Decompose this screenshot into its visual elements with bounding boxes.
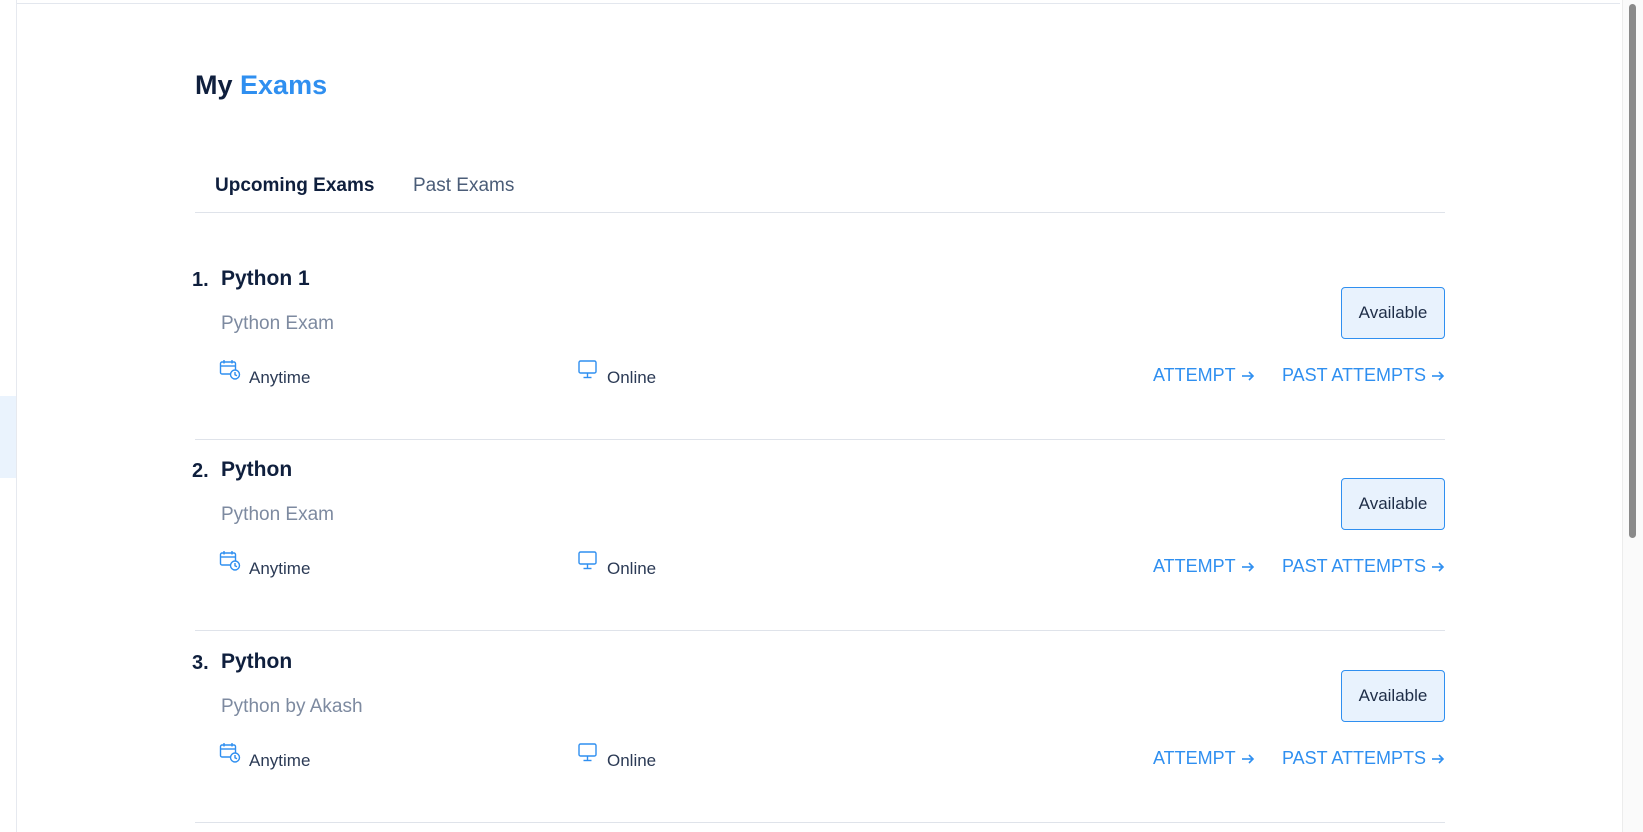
exam-number: 3. (192, 652, 209, 674)
exam-description: Python by Akash (221, 696, 363, 717)
exam-description: Python Exam (221, 313, 334, 334)
monitor-icon (578, 743, 597, 762)
arrow-right-icon (1432, 370, 1445, 381)
exam-schedule-label: Anytime (249, 559, 311, 578)
status-badge[interactable]: Available (1341, 670, 1445, 722)
calendar-clock-icon (219, 551, 241, 571)
exam-title: Python (221, 458, 293, 481)
sidebar-active-indicator[interactable] (0, 396, 16, 478)
arrow-right-icon (1432, 753, 1445, 764)
exam-mode: Online (577, 550, 656, 579)
status-badge[interactable]: Available (1341, 287, 1445, 339)
arrow-right-icon (1241, 370, 1254, 381)
attempt-link-label: ATTEMPT (1153, 748, 1236, 768)
arrow-right-icon (1241, 753, 1254, 764)
monitor-icon (578, 551, 597, 570)
exam-schedule-label: Anytime (249, 368, 311, 387)
past-attempts-link[interactable]: PAST ATTEMPTS (1282, 748, 1445, 769)
page: My Exams Upcoming Exams Past Exams 1. Py… (0, 0, 1643, 832)
arrow-right-icon (1432, 561, 1445, 572)
vertical-scrollbar[interactable] (1622, 0, 1643, 832)
page-title-accent: Exams (240, 70, 328, 100)
exam-mode-label: Online (607, 559, 657, 578)
attempt-link[interactable]: ATTEMPT (1153, 556, 1255, 577)
past-attempts-link[interactable]: PAST ATTEMPTS (1282, 365, 1445, 386)
exam-number: 1. (192, 269, 209, 291)
exam-schedule: Anytime (219, 742, 310, 771)
page-title: My Exams (195, 70, 327, 101)
top-border (0, 0, 1620, 4)
scrollbar-thumb[interactable] (1629, 4, 1636, 538)
past-attempts-link-label: PAST ATTEMPTS (1281, 748, 1426, 768)
exam-item: 1. Python 1 Python Exam Available Anytim… (192, 247, 1445, 440)
arrow-right-icon (1241, 561, 1254, 572)
tab-past-exams[interactable]: Past Exams (413, 175, 514, 197)
tab-upcoming-exams[interactable]: Upcoming Exams (215, 175, 374, 197)
exam-schedule: Anytime (219, 550, 310, 579)
attempt-link-label: ATTEMPT (1153, 365, 1236, 385)
exam-schedule-label: Anytime (249, 751, 311, 770)
past-attempts-link-label: PAST ATTEMPTS (1281, 556, 1426, 576)
page-title-plain: My (195, 70, 233, 100)
attempt-link-label: ATTEMPT (1153, 556, 1236, 576)
exam-title: Python (221, 650, 293, 673)
calendar-clock-icon (219, 743, 241, 763)
exam-mode: Online (577, 742, 656, 771)
attempt-link[interactable]: ATTEMPT (1153, 748, 1255, 769)
status-badge[interactable]: Available (1341, 478, 1445, 530)
exam-schedule: Anytime (219, 359, 310, 388)
exam-title: Python 1 (221, 267, 310, 290)
past-attempts-link-label: PAST ATTEMPTS (1281, 365, 1426, 385)
exam-item: 3. Python Python by Akash Available Anyt… (192, 630, 1445, 823)
exam-number: 2. (192, 460, 209, 482)
exam-mode-label: Online (607, 368, 657, 387)
calendar-clock-icon (219, 360, 241, 380)
exam-mode: Online (577, 359, 656, 388)
attempt-link[interactable]: ATTEMPT (1153, 365, 1255, 386)
exam-description: Python Exam (221, 504, 334, 525)
exam-mode-label: Online (607, 751, 657, 770)
past-attempts-link[interactable]: PAST ATTEMPTS (1282, 556, 1445, 577)
monitor-icon (578, 360, 597, 379)
exam-tabs: Upcoming Exams Past Exams (195, 166, 1445, 213)
exam-item: 2. Python Python Exam Available Anytime (192, 438, 1445, 631)
